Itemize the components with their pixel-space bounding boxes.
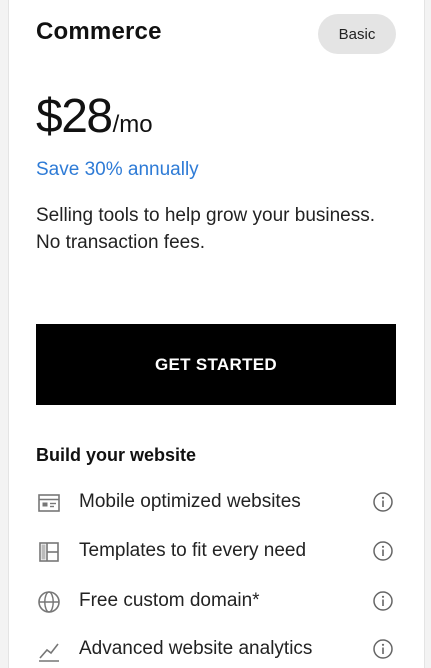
get-started-button[interactable]: GET STARTED (36, 324, 396, 405)
feature-label: Free custom domain* (79, 590, 260, 611)
description-line: No transaction fees. (36, 232, 205, 253)
right-window-edge (424, 0, 431, 668)
plan-toggle-basic-button[interactable]: Basic (318, 14, 396, 54)
section-title: Build your website (36, 445, 197, 465)
feature-item-custom-domain: Free custom domain* (36, 586, 396, 618)
info-icon[interactable] (372, 590, 394, 612)
left-window-edge (0, 0, 9, 668)
info-icon[interactable] (372, 491, 394, 513)
description-line: Selling tools to help grow your business… (36, 205, 376, 226)
feature-label: Advanced website analytics (79, 638, 313, 659)
info-icon[interactable] (372, 638, 394, 660)
feature-item-templates: Templates to fit every need (36, 536, 396, 568)
globe-icon (36, 589, 62, 615)
save-annually-link[interactable]: Save 30% annually (36, 158, 199, 182)
plan-description: Selling tools to help grow your business… (36, 202, 406, 256)
browser-window-icon (36, 490, 62, 516)
analytics-chart-icon (36, 637, 62, 663)
price-unit: /mo (112, 111, 153, 138)
feature-label: Templates to fit every need (79, 540, 307, 561)
feature-item-mobile-websites: Mobile optimized websites (36, 487, 396, 519)
plan-name: Commerce (36, 18, 162, 45)
info-icon[interactable] (372, 540, 394, 562)
feature-item-analytics: Advanced website analytics (36, 634, 396, 666)
layout-template-icon (36, 539, 62, 565)
price-amount: $28 (36, 90, 113, 143)
price: $28 /mo (36, 88, 153, 154)
feature-label: Mobile optimized websites (79, 491, 301, 512)
